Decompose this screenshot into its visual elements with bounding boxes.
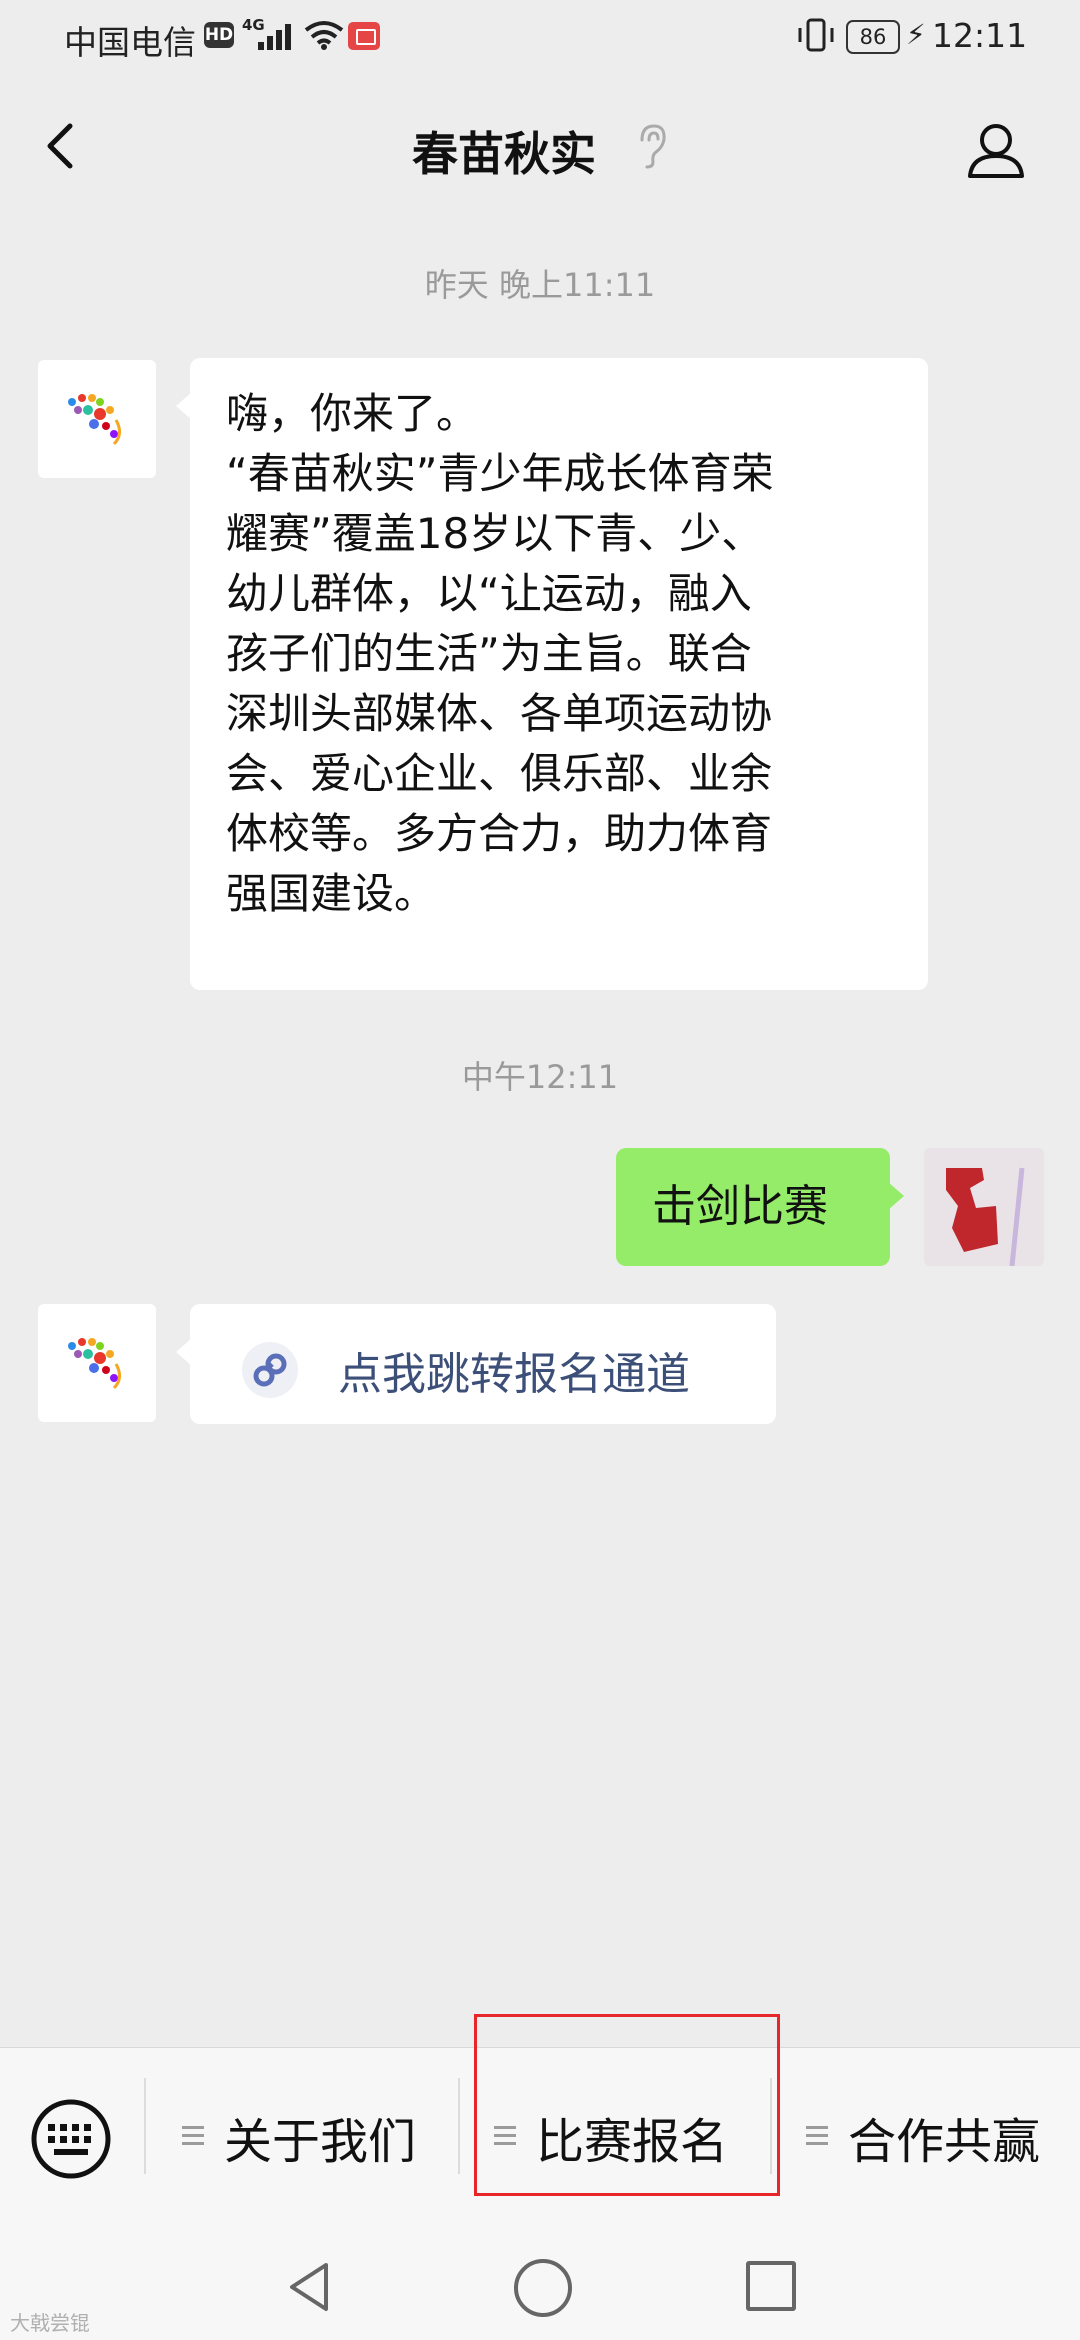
menu-item-label: 关于我们 [224, 2114, 417, 2170]
user-avatar[interactable] [924, 1148, 1044, 1266]
menu-item-cooperation[interactable]: 合作共赢 [806, 2098, 1076, 2178]
battery-indicator: 86 [846, 20, 900, 54]
menu-divider [144, 2078, 146, 2174]
brand-logo-icon [68, 1338, 121, 1390]
menu-item-label: 合作共赢 [848, 2114, 1041, 2170]
sent-message-text: 击剑比赛 [652, 1181, 828, 1232]
carrier-label: 中国电信 [64, 23, 196, 62]
message-line: 孩子们的生活”为主旨。联合 [226, 629, 752, 678]
nav-back-icon[interactable] [286, 2259, 334, 2315]
menu-item-about-us[interactable]: 关于我们 [182, 2098, 452, 2178]
link-message-bubble[interactable]: 点我跳转报名通道 [176, 1304, 776, 1424]
menu-lines-icon [806, 2126, 828, 2150]
mini-program-link-icon [242, 1342, 298, 1398]
status-bar: 中国电信 HD 4G 86 ⚡ 12:11 [0, 0, 1080, 78]
hd-badge: HD [204, 22, 234, 48]
menu-divider [458, 2078, 460, 2174]
earpiece-mode-icon [640, 124, 666, 169]
keyboard-icon[interactable] [30, 2098, 112, 2180]
chat-header: 春苗秋实 [0, 78, 1080, 218]
charging-icon: ⚡ [906, 18, 926, 51]
timestamp: 中午12:11 [461, 1058, 619, 1096]
brand-logo-icon [68, 394, 121, 446]
menu-lines-icon [182, 2126, 204, 2150]
vibrate-icon [798, 18, 834, 52]
page-title: 春苗秋实 [412, 127, 596, 181]
profile-icon[interactable] [964, 118, 1028, 182]
message-line: 体校等。多方合力，助力体育 [226, 809, 773, 858]
message-line: 嗨，你来了。 [226, 389, 479, 438]
message-line: “春苗秋实”青少年成长体育荣 [226, 449, 774, 498]
message-bubble[interactable]: 嗨，你来了。 “春苗秋实”青少年成长体育荣 耀赛”覆盖18岁以下青、少、 幼儿群… [176, 358, 928, 990]
nav-home-icon[interactable] [514, 2259, 572, 2317]
sent-message-bubble[interactable]: 击剑比赛 [616, 1148, 904, 1266]
message-line: 强国建设。 [226, 869, 437, 918]
signal-icon [258, 24, 291, 50]
timestamp: 昨天 晚上11:11 [424, 266, 656, 304]
message-line: 幼儿群体，以“让运动，融入 [226, 569, 752, 618]
wifi-icon [304, 21, 344, 50]
avatar-photo [924, 1148, 1044, 1266]
message-line: 深圳头部媒体、各单项运动协 [226, 689, 773, 738]
watermark: 大戟尝锟 [10, 2311, 90, 2335]
notification-app-icon [348, 22, 380, 50]
clock: 12:11 [932, 16, 1028, 55]
system-nav-bar: 大戟尝锟 [0, 2247, 1080, 2340]
signup-link-text[interactable]: 点我跳转报名通道 [338, 1338, 690, 1402]
message-line: 会、爱心企业、俱乐部、业余 [226, 749, 773, 798]
official-account-avatar[interactable] [38, 1304, 156, 1422]
highlight-annotation [474, 2014, 780, 2196]
nav-recent-apps-icon[interactable] [746, 2261, 796, 2311]
official-account-avatar[interactable] [38, 360, 156, 478]
message-line: 耀赛”覆盖18岁以下青、少、 [226, 509, 764, 558]
